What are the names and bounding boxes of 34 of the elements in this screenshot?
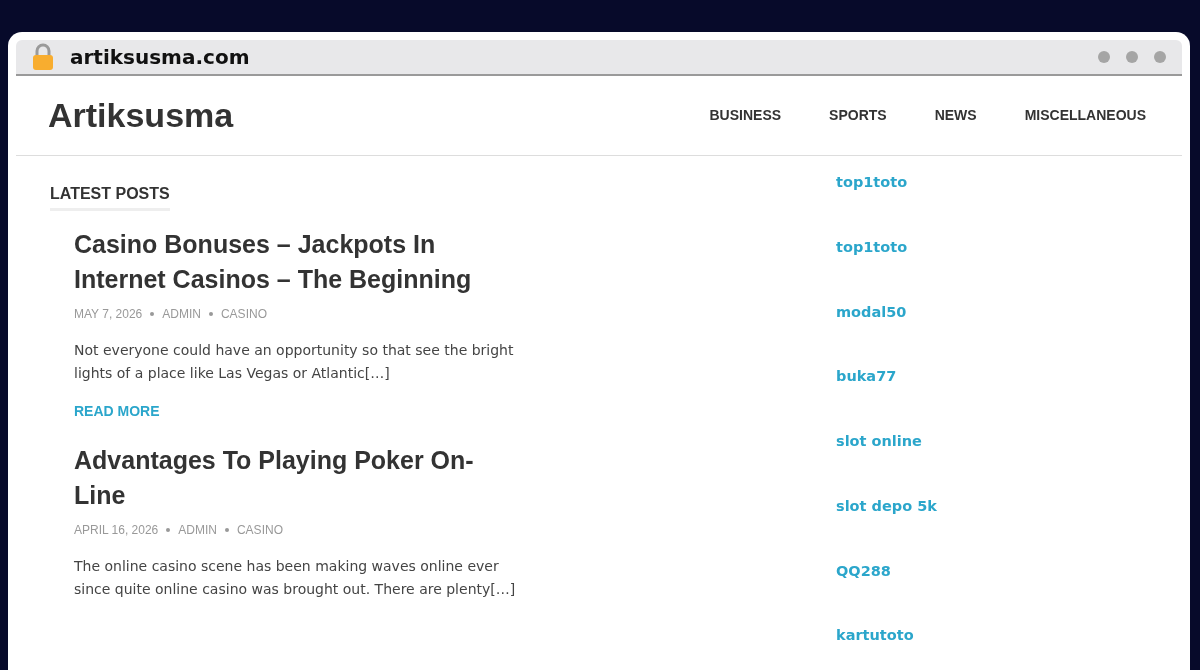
sidebar-link[interactable]: top1toto bbox=[836, 172, 937, 194]
sidebar-link[interactable]: slot depo 5k bbox=[836, 495, 937, 518]
separator-dot-icon bbox=[208, 312, 213, 316]
post-excerpt: The online casino scene has been making waves online ever since quite online casino was brought out. There are plenty[…] bbox=[74, 557, 516, 600]
sidebar-link[interactable]: modal50 bbox=[836, 301, 937, 324]
sidebar-link[interactable]: top1toto bbox=[836, 236, 937, 259]
nav-link[interactable]: BUSINESS bbox=[709, 105, 782, 126]
post-category[interactable]: CASINO bbox=[220, 305, 267, 323]
post-title[interactable]: Casino Bonuses – Jackpots In Internet Casinos – The Beginning bbox=[74, 227, 516, 297]
sidebar-link[interactable]: kartutoto bbox=[836, 625, 937, 647]
post-author[interactable]: ADMIN bbox=[162, 305, 201, 323]
separator-dot-icon bbox=[166, 528, 171, 533]
site-title[interactable]: Artiksusma bbox=[48, 90, 234, 141]
separator-dot-icon bbox=[150, 312, 155, 316]
sidebar-link[interactable]: buka77 bbox=[836, 366, 937, 388]
post-title[interactable]: Advantages To Playing Poker On-Line bbox=[74, 443, 516, 514]
nav-link[interactable]: MISCELLANEOUS bbox=[1024, 105, 1146, 126]
window-dot-icon bbox=[1126, 51, 1138, 63]
post-date: MAY 7, 2026 bbox=[74, 306, 143, 323]
nav-link[interactable]: NEWS bbox=[934, 105, 977, 126]
separator-dot-icon bbox=[224, 528, 229, 533]
sidebar-link[interactable]: QQ288 bbox=[836, 560, 937, 583]
window-dot-icon bbox=[1154, 51, 1166, 63]
nav-link[interactable]: SPORTS bbox=[829, 105, 887, 126]
read-more-link[interactable]: READ MORE bbox=[74, 401, 160, 423]
post-author[interactable]: ADMIN bbox=[178, 521, 217, 540]
post-category[interactable]: CASINO bbox=[236, 521, 283, 540]
url-text: artiksusma.com bbox=[70, 44, 250, 71]
post-excerpt: Not everyone could have an opportunity so that see the bright lights of a place like Las Vegas or Atlantic[…] bbox=[74, 341, 515, 384]
sidebar-link[interactable]: slot online bbox=[836, 431, 937, 453]
window-dot-icon bbox=[1098, 51, 1110, 63]
post-date: APRIL 16, 2026 bbox=[74, 522, 159, 540]
section-heading: LATEST POSTS bbox=[50, 182, 170, 211]
padlock-icon bbox=[32, 43, 54, 71]
